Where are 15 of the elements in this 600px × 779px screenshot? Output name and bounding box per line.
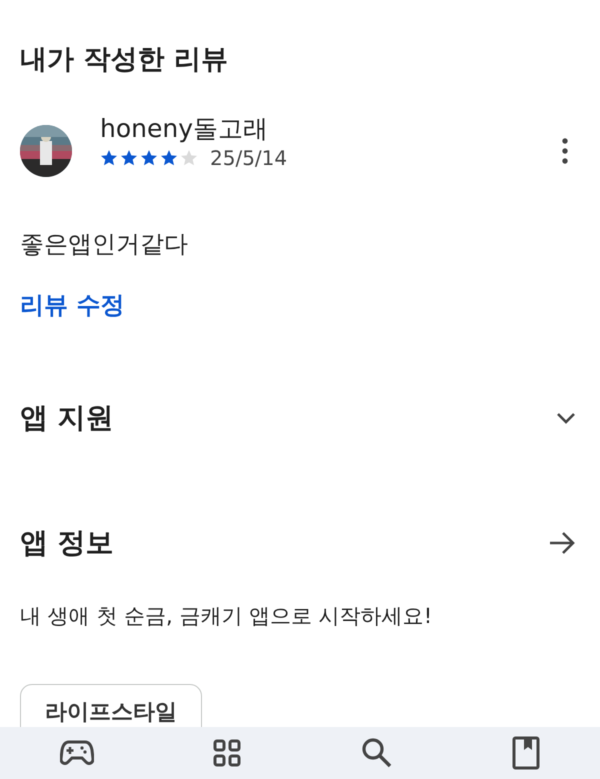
page-title: 내가 작성한 리뷰 xyxy=(20,43,229,77)
section-title[interactable]: 앱 정보 xyxy=(20,524,114,562)
search-icon[interactable] xyxy=(360,737,393,769)
section-title[interactable]: 앱 지원 xyxy=(20,399,114,437)
review-text: 좋은앱인거같다 xyxy=(20,229,189,260)
apps-grid-icon[interactable] xyxy=(213,739,242,767)
edit-review-link[interactable]: 리뷰 수정 xyxy=(20,289,124,321)
gamepad-icon[interactable] xyxy=(60,739,94,767)
more-options-icon[interactable] xyxy=(562,138,568,164)
reviewer-name: honeny돌고래 xyxy=(100,114,270,144)
arrow-right-icon[interactable] xyxy=(548,531,576,555)
chevron-down-icon[interactable] xyxy=(556,412,576,424)
app-description: 내 생애 첫 순금, 금캐기 앱으로 시작하세요! xyxy=(20,603,434,630)
bookmark-book-icon[interactable] xyxy=(512,736,540,770)
review-date: 25/5/14 xyxy=(210,146,288,170)
